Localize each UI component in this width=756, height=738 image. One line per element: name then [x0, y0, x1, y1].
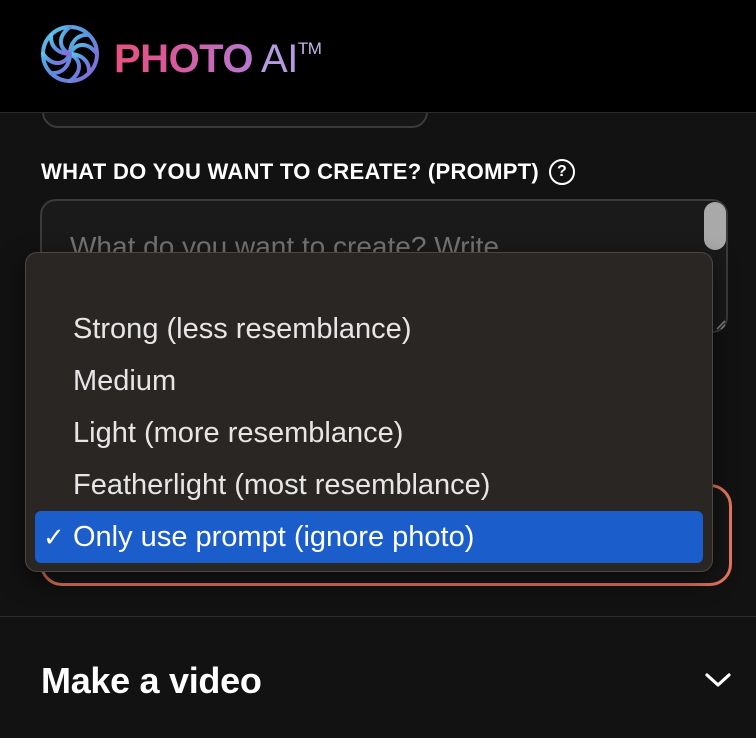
make-video-title[interactable]: Make a video [41, 660, 262, 702]
help-icon[interactable]: ? [549, 159, 576, 185]
option-featherlight[interactable]: Featherlight (most resemblance) [35, 459, 703, 511]
option-strong[interactable]: Strong (less resemblance) [35, 303, 703, 355]
logo-wordmark[interactable]: PHOTO AITM [114, 30, 322, 82]
option-label: Strong (less resemblance) [73, 313, 412, 345]
resize-grip-icon[interactable] [714, 318, 726, 330]
option-label: Light (more resemblance) [73, 417, 404, 449]
option-label: Only use prompt (ignore photo) [73, 521, 475, 553]
option-medium[interactable]: Medium [35, 355, 703, 407]
logo-word-photo: PHOTO [114, 37, 254, 82]
app-page: PHOTO AITM WHAT DO YOU WANT TO CREATE? (P… [0, 0, 756, 738]
resemblance-dropdown-menu: Strong (less resemblance) Medium Light (… [25, 252, 713, 572]
section-divider [0, 616, 756, 617]
option-light[interactable]: Light (more resemblance) [35, 407, 703, 459]
checkmark-icon: ✓ [43, 522, 65, 552]
option-only-prompt[interactable]: ✓ Only use prompt (ignore photo) [35, 511, 703, 563]
photo-ai-logo-icon[interactable] [38, 22, 102, 86]
option-label: Featherlight (most resemblance) [73, 469, 491, 501]
logo-trademark: TM [297, 39, 322, 58]
app-header: PHOTO AITM [0, 0, 756, 113]
prompt-label-text: WHAT DO YOU WANT TO CREATE? (PROMPT) [41, 159, 540, 184]
logo-word-ai: AI [261, 37, 298, 82]
option-label: Medium [73, 365, 177, 397]
chevron-down-icon[interactable] [704, 670, 732, 690]
prompt-label: WHAT DO YOU WANT TO CREATE? (PROMPT) ? [41, 159, 576, 185]
textarea-scrollbar[interactable] [704, 202, 726, 250]
